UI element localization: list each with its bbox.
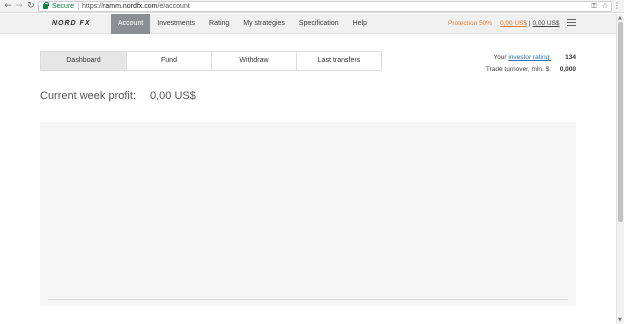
star-icon[interactable]: ☆ — [602, 2, 608, 10]
rating-prefix: Your — [493, 54, 507, 61]
back-icon[interactable]: ← — [3, 1, 13, 11]
tab-dashboard[interactable]: Dashboard — [41, 52, 126, 70]
nav-help[interactable]: Help — [346, 14, 374, 34]
investor-rating-link[interactable]: investor rating: — [508, 54, 551, 61]
secure-label: Secure — [52, 3, 75, 10]
investor-stats: Your investor rating: 134 Trade turnover… — [470, 54, 576, 78]
nav-specification[interactable]: Specification — [292, 14, 346, 34]
chart-baseline — [48, 299, 568, 300]
reload-icon[interactable]: ↻ — [26, 1, 36, 11]
nav-rating[interactable]: Rating — [202, 14, 236, 34]
profit-chart-panel — [40, 122, 576, 306]
protection-link[interactable]: Protection 50% — [448, 20, 492, 27]
balance-secondary[interactable]: 0,00 US$ — [532, 20, 559, 27]
lock-icon — [43, 2, 49, 9]
investor-rating-value: 134 — [565, 54, 576, 61]
investor-rating-label: Your investor rating: — [493, 54, 551, 62]
nav-investments[interactable]: Investments — [150, 14, 202, 34]
omnibox-actions: ⚿ ☆ — [586, 2, 608, 11]
hamburger-menu-icon[interactable] — [567, 19, 576, 27]
url-text[interactable]: https://ramm.nordfx.com/e/account — [82, 2, 190, 11]
menu-icon[interactable]: ⋮ — [613, 1, 621, 11]
nav-my-strategies[interactable]: My strategies — [236, 14, 292, 34]
current-week-profit-label: Current week profit: — [40, 90, 136, 102]
balance-display: 0,00 US$ | 0,00 US$ — [500, 20, 560, 27]
browser-toolbar: ← → ↻ Secure https://ramm.nordfx.com/e/a… — [0, 0, 624, 13]
url-path: /e/account — [157, 3, 190, 10]
nav-account[interactable]: Account — [111, 14, 151, 34]
scroll-up-arrow-icon[interactable]: ▲ — [618, 15, 622, 21]
address-bar[interactable]: Secure https://ramm.nordfx.com/e/account… — [38, 1, 612, 12]
nordfx-logo[interactable]: NORD FX — [52, 20, 91, 27]
account-tabs: Dashboard Fund Withdraw Last transfers — [40, 51, 382, 71]
tab-last-transfers[interactable]: Last transfers — [296, 52, 381, 70]
main-nav: Account Investments Rating My strategies… — [111, 14, 374, 34]
page-scrollbar[interactable]: ▲ ▼ — [616, 14, 624, 324]
balance-primary[interactable]: 0,00 US$ — [500, 20, 527, 27]
url-scheme: https:// — [82, 3, 104, 10]
url-domain: ramm.nordfx.com — [103, 3, 158, 10]
tab-fund[interactable]: Fund — [126, 52, 211, 70]
current-week-profit-value: 0,00 US$ — [150, 90, 196, 102]
trade-turnover-row: Trade turnover, mln. $: 0,000 — [470, 66, 576, 78]
balance-separator: | — [528, 20, 531, 27]
trade-turnover-value: 0,000 — [559, 66, 576, 73]
scroll-down-arrow-icon[interactable]: ▼ — [618, 317, 622, 323]
investor-rating-row: Your investor rating: 134 — [470, 54, 576, 66]
scrollbar-thumb[interactable] — [618, 22, 623, 222]
site-header: NORD FX Account Investments Rating My st… — [0, 14, 616, 34]
omnibox-separator — [78, 3, 79, 10]
tab-withdraw[interactable]: Withdraw — [211, 52, 296, 70]
key-icon[interactable]: ⚿ — [591, 2, 596, 10]
forward-icon[interactable]: → — [14, 1, 24, 11]
trade-turnover-label: Trade turnover, mln. $: — [485, 66, 551, 73]
